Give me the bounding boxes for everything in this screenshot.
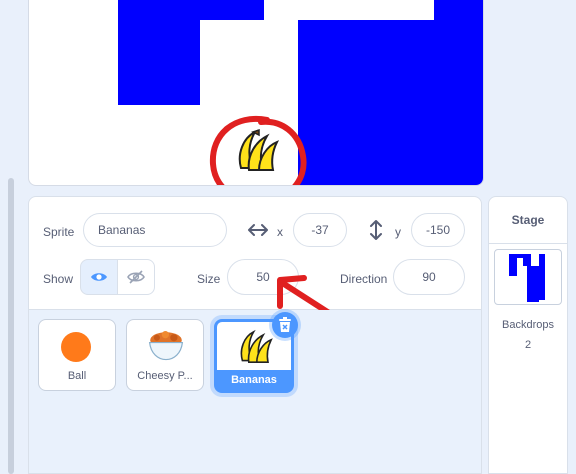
backdrops-count: 2 xyxy=(524,339,532,351)
sprite-name-label: Sprite xyxy=(43,225,75,239)
maze-thumbnail-icon xyxy=(509,254,545,302)
sprite-tile-cheesy-puffs[interactable]: Cheesy P... xyxy=(126,319,204,391)
size-value: 50 xyxy=(256,270,270,284)
eye-icon xyxy=(91,273,107,281)
backdrops-label: Backdrops xyxy=(502,319,554,331)
backdrop-thumbnail[interactable] xyxy=(494,249,562,305)
show-label: Show xyxy=(43,272,74,286)
size-label: Size xyxy=(197,272,221,286)
sprite-tile-label: Ball xyxy=(67,370,87,382)
eye-hidden-icon xyxy=(127,270,145,284)
sprite-name-input[interactable]: Bananas xyxy=(83,213,227,247)
red-circle-annotation xyxy=(209,115,307,185)
vertical-arrows-icon xyxy=(370,220,382,240)
direction-label: Direction xyxy=(340,272,388,286)
x-position-input[interactable]: -37 xyxy=(293,213,347,247)
direction-value: 90 xyxy=(422,270,436,284)
stage-title: Stage xyxy=(511,213,545,227)
sprite-tile-label: Bananas xyxy=(217,370,291,390)
stage-target-pane[interactable]: Stage Backdrops 2 xyxy=(488,196,568,474)
cheesy-puffs-bowl-icon xyxy=(148,331,184,361)
direction-input[interactable]: 90 xyxy=(393,259,465,295)
show-visible-button[interactable] xyxy=(80,259,118,295)
delete-sprite-button[interactable] xyxy=(272,312,298,338)
y-position-input[interactable]: -150 xyxy=(411,213,465,247)
orange-ball-icon xyxy=(61,332,91,362)
sprite-name-value: Bananas xyxy=(98,223,146,237)
sprite-info-panel: Sprite Bananas x -37 y -150 Show Size 50… xyxy=(28,196,482,310)
y-value: -150 xyxy=(425,223,451,237)
horizontal-arrows-icon xyxy=(248,224,268,236)
trash-icon xyxy=(279,317,291,332)
show-hidden-button[interactable] xyxy=(117,259,155,295)
sprite-tile-ball[interactable]: Ball xyxy=(38,319,116,391)
y-label: y xyxy=(395,225,401,239)
stage-pane-header: Stage xyxy=(489,197,567,244)
stage-canvas[interactable] xyxy=(28,0,484,186)
x-label: x xyxy=(277,225,283,239)
sprite-list-pane: Ball Cheesy P... Bananas xyxy=(28,310,482,474)
sprite-tile-label: Cheesy P... xyxy=(137,370,193,382)
bananas-icon xyxy=(240,329,273,363)
x-value: -37 xyxy=(311,223,329,237)
scrollbar-thumb[interactable] xyxy=(8,178,14,474)
